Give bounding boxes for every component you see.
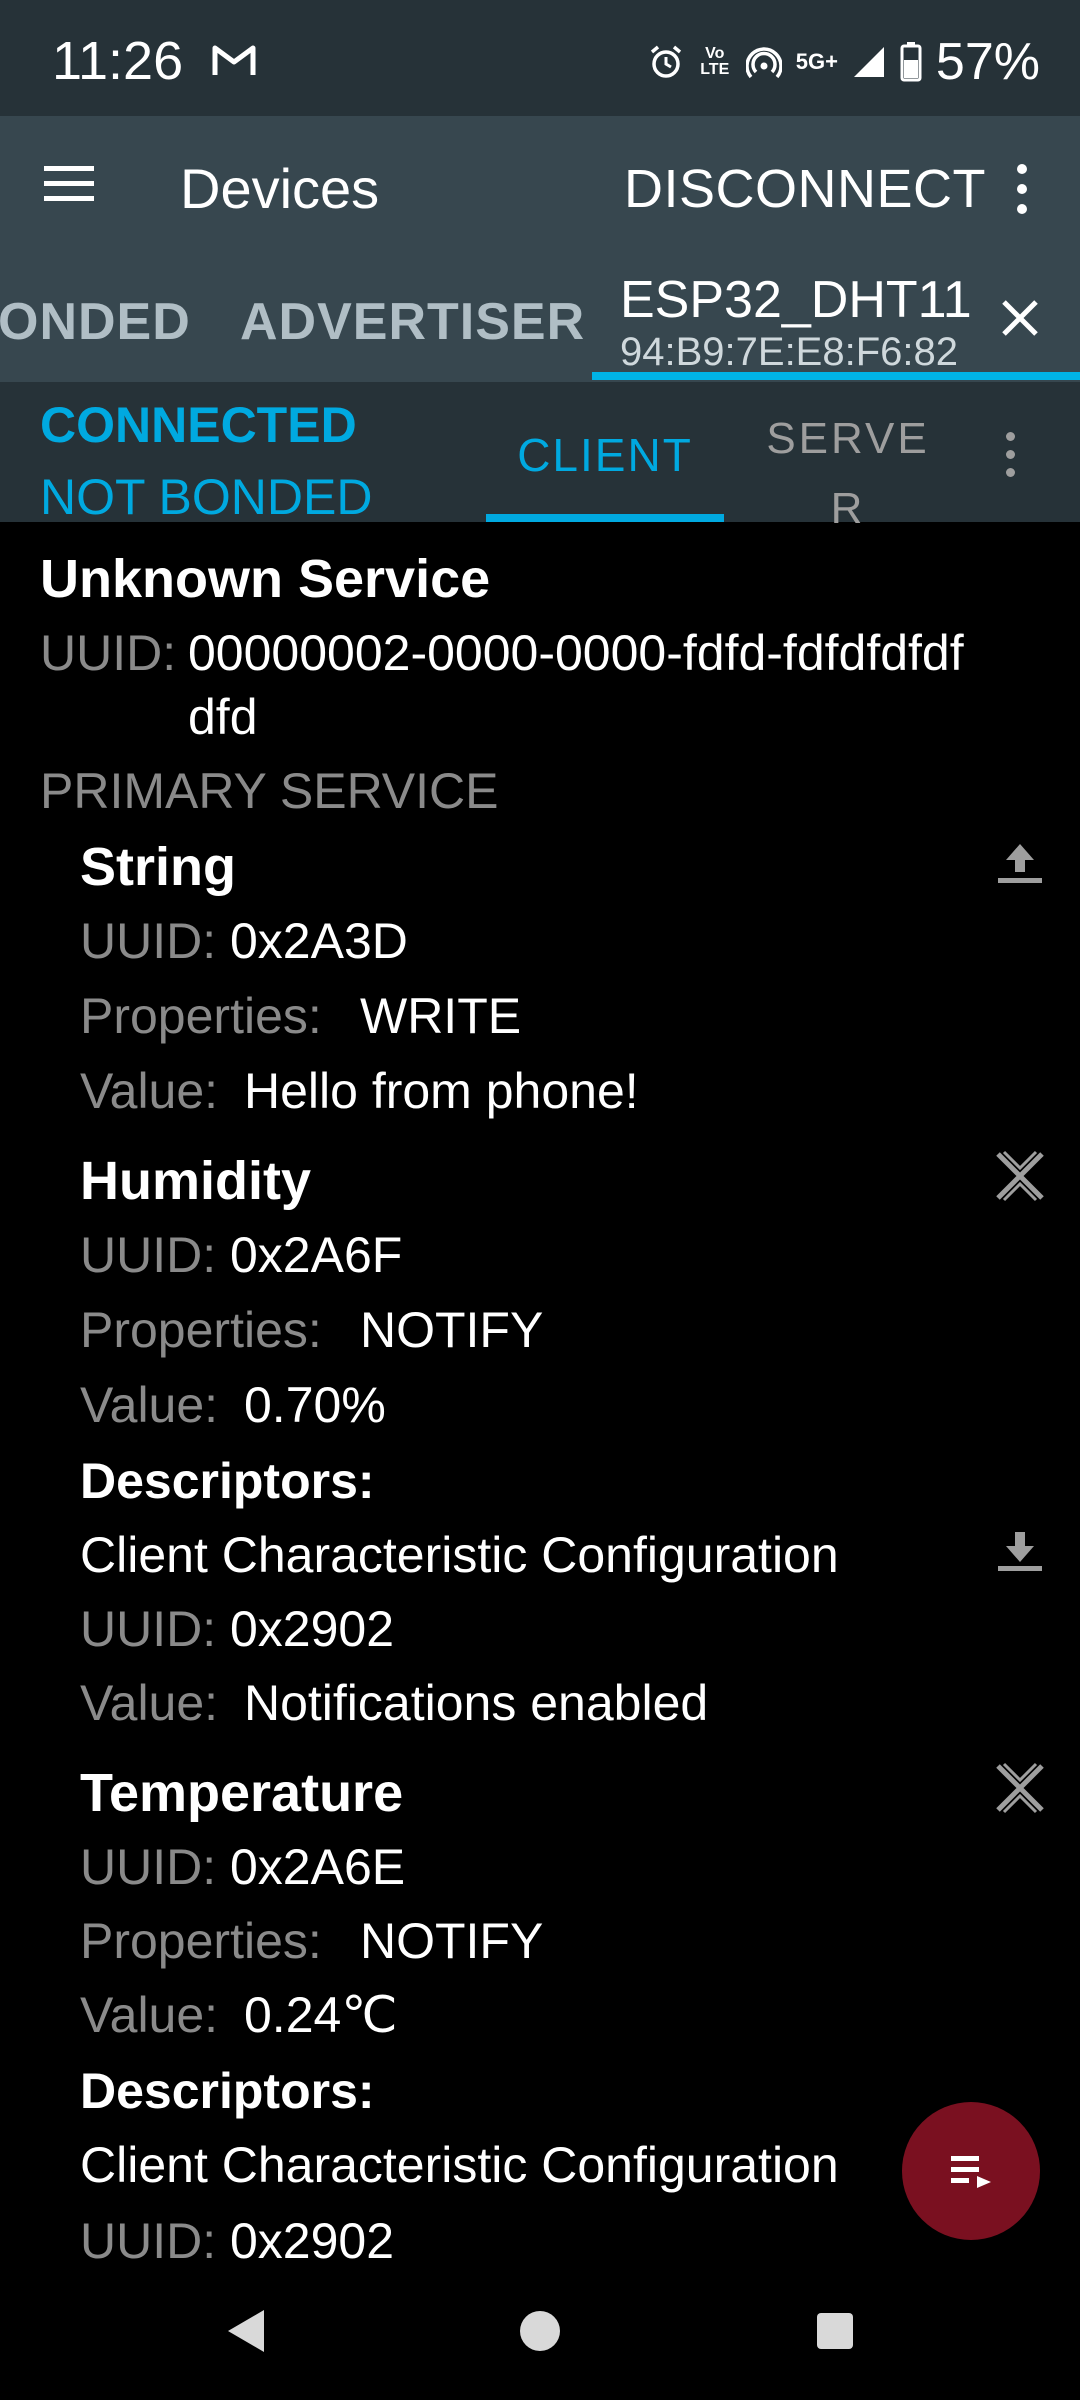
characteristic-value: 0.24℃	[244, 1987, 398, 2043]
descriptor-uuid: 0x2902	[230, 1601, 395, 1657]
service-uuid-cont: dfd	[188, 689, 258, 745]
app-bar: Devices DISCONNECT	[0, 116, 1080, 262]
characteristic-value: 0.70%	[244, 1377, 386, 1433]
characteristic-uuid: 0x2A6F	[230, 1227, 403, 1283]
close-icon[interactable]	[998, 296, 1042, 340]
characteristic-uuid: 0x2A6E	[230, 1839, 406, 1895]
service-uuid-label: UUID:	[40, 625, 177, 681]
properties-label: Properties:	[80, 988, 322, 1044]
characteristic-properties: WRITE	[360, 988, 522, 1044]
gmail-icon	[212, 45, 256, 75]
descriptor-name[interactable]: Client Characteristic Configuration	[80, 1526, 839, 1584]
characteristic-uuid: 0x2A3D	[230, 913, 408, 969]
characteristic-name-temperature[interactable]: Temperature	[80, 1762, 403, 1824]
uuid-label: UUID:	[80, 913, 217, 969]
service-uuid: 00000002-0000-0000-fdfd-fdfdfdfdf	[188, 625, 964, 681]
uuid-label: UUID:	[80, 1227, 217, 1283]
uuid-label: UUID:	[80, 1839, 217, 1895]
service-list: Unknown Service UUID: 00000002-0000-0000…	[0, 522, 1080, 2269]
properties-label: Properties:	[80, 1302, 322, 1358]
log-list-icon	[951, 2156, 991, 2188]
battery-percent: 57%	[935, 33, 1040, 91]
notifications-off-icon[interactable]	[990, 1146, 1050, 1206]
descriptors-heading: Descriptors:	[80, 2063, 375, 2119]
more-options-icon[interactable]	[1014, 164, 1030, 214]
value-label: Value:	[80, 1675, 219, 1731]
tab-device-mac: 94:B9:7E:E8:F6:82	[620, 330, 959, 374]
page-title: Devices	[180, 157, 380, 220]
signal-icon	[853, 47, 884, 77]
tab-bonded[interactable]: ONDED	[0, 292, 191, 352]
back-icon[interactable]	[224, 2308, 268, 2354]
characteristic-value: Hello from phone!	[244, 1063, 639, 1119]
system-nav-bar	[0, 2262, 1080, 2400]
service-name[interactable]: Unknown Service	[40, 548, 490, 610]
bond-state: NOT BONDED	[40, 469, 373, 525]
network-type: 5G+	[795, 49, 838, 74]
battery-icon	[900, 42, 922, 82]
status-time: 11:26	[52, 31, 184, 91]
tab-device-name[interactable]: ESP32_DHT11	[620, 270, 972, 330]
notifications-off-icon[interactable]	[990, 1758, 1050, 1818]
connection-bar: CONNECTED NOT BONDED CLIENT SERVER	[0, 382, 1080, 533]
log-fab-button[interactable]	[902, 2102, 1040, 2240]
properties-label: Properties:	[80, 1913, 322, 1969]
service-type: PRIMARY SERVICE	[40, 763, 499, 819]
home-icon[interactable]	[519, 2310, 561, 2352]
status-icons: Vo LTE 5G+ 57%	[648, 32, 1040, 92]
connection-more-icon[interactable]	[1002, 432, 1018, 482]
download-icon[interactable]	[990, 1522, 1050, 1582]
hotspot-icon	[745, 47, 782, 79]
descriptors-heading: Descriptors:	[80, 1453, 375, 1509]
value-label: Value:	[80, 1377, 219, 1433]
characteristic-properties: NOTIFY	[360, 1913, 544, 1969]
status-bar: 11:26 Vo LTE 5G+ 57%	[0, 0, 1080, 116]
characteristic-name-string[interactable]: String	[80, 836, 236, 898]
menu-icon[interactable]	[44, 166, 94, 206]
descriptor-value: Notifications enabled	[244, 1675, 709, 1731]
characteristic-name-humidity[interactable]: Humidity	[80, 1150, 311, 1212]
tab-advertiser[interactable]: ADVERTISER	[240, 292, 585, 352]
tab-client[interactable]: CLIENT	[486, 428, 724, 482]
uuid-label: UUID:	[80, 1601, 217, 1657]
value-label: Value:	[80, 1063, 219, 1119]
device-tabs: ONDED ADVERTISER ESP32_DHT11 94:B9:7E:E8…	[0, 262, 1080, 382]
recents-icon[interactable]	[816, 2312, 854, 2350]
client-tab-indicator	[486, 514, 724, 522]
characteristic-properties: NOTIFY	[360, 1302, 544, 1358]
value-label: Value:	[80, 1987, 219, 2043]
alarm-icon	[650, 45, 681, 78]
disconnect-button[interactable]: DISCONNECT	[624, 158, 986, 220]
volte-icon: Vo LTE	[700, 45, 730, 78]
active-device-tab-indicator	[592, 372, 1080, 380]
connection-state: CONNECTED	[40, 397, 357, 453]
upload-icon[interactable]	[990, 834, 1050, 894]
